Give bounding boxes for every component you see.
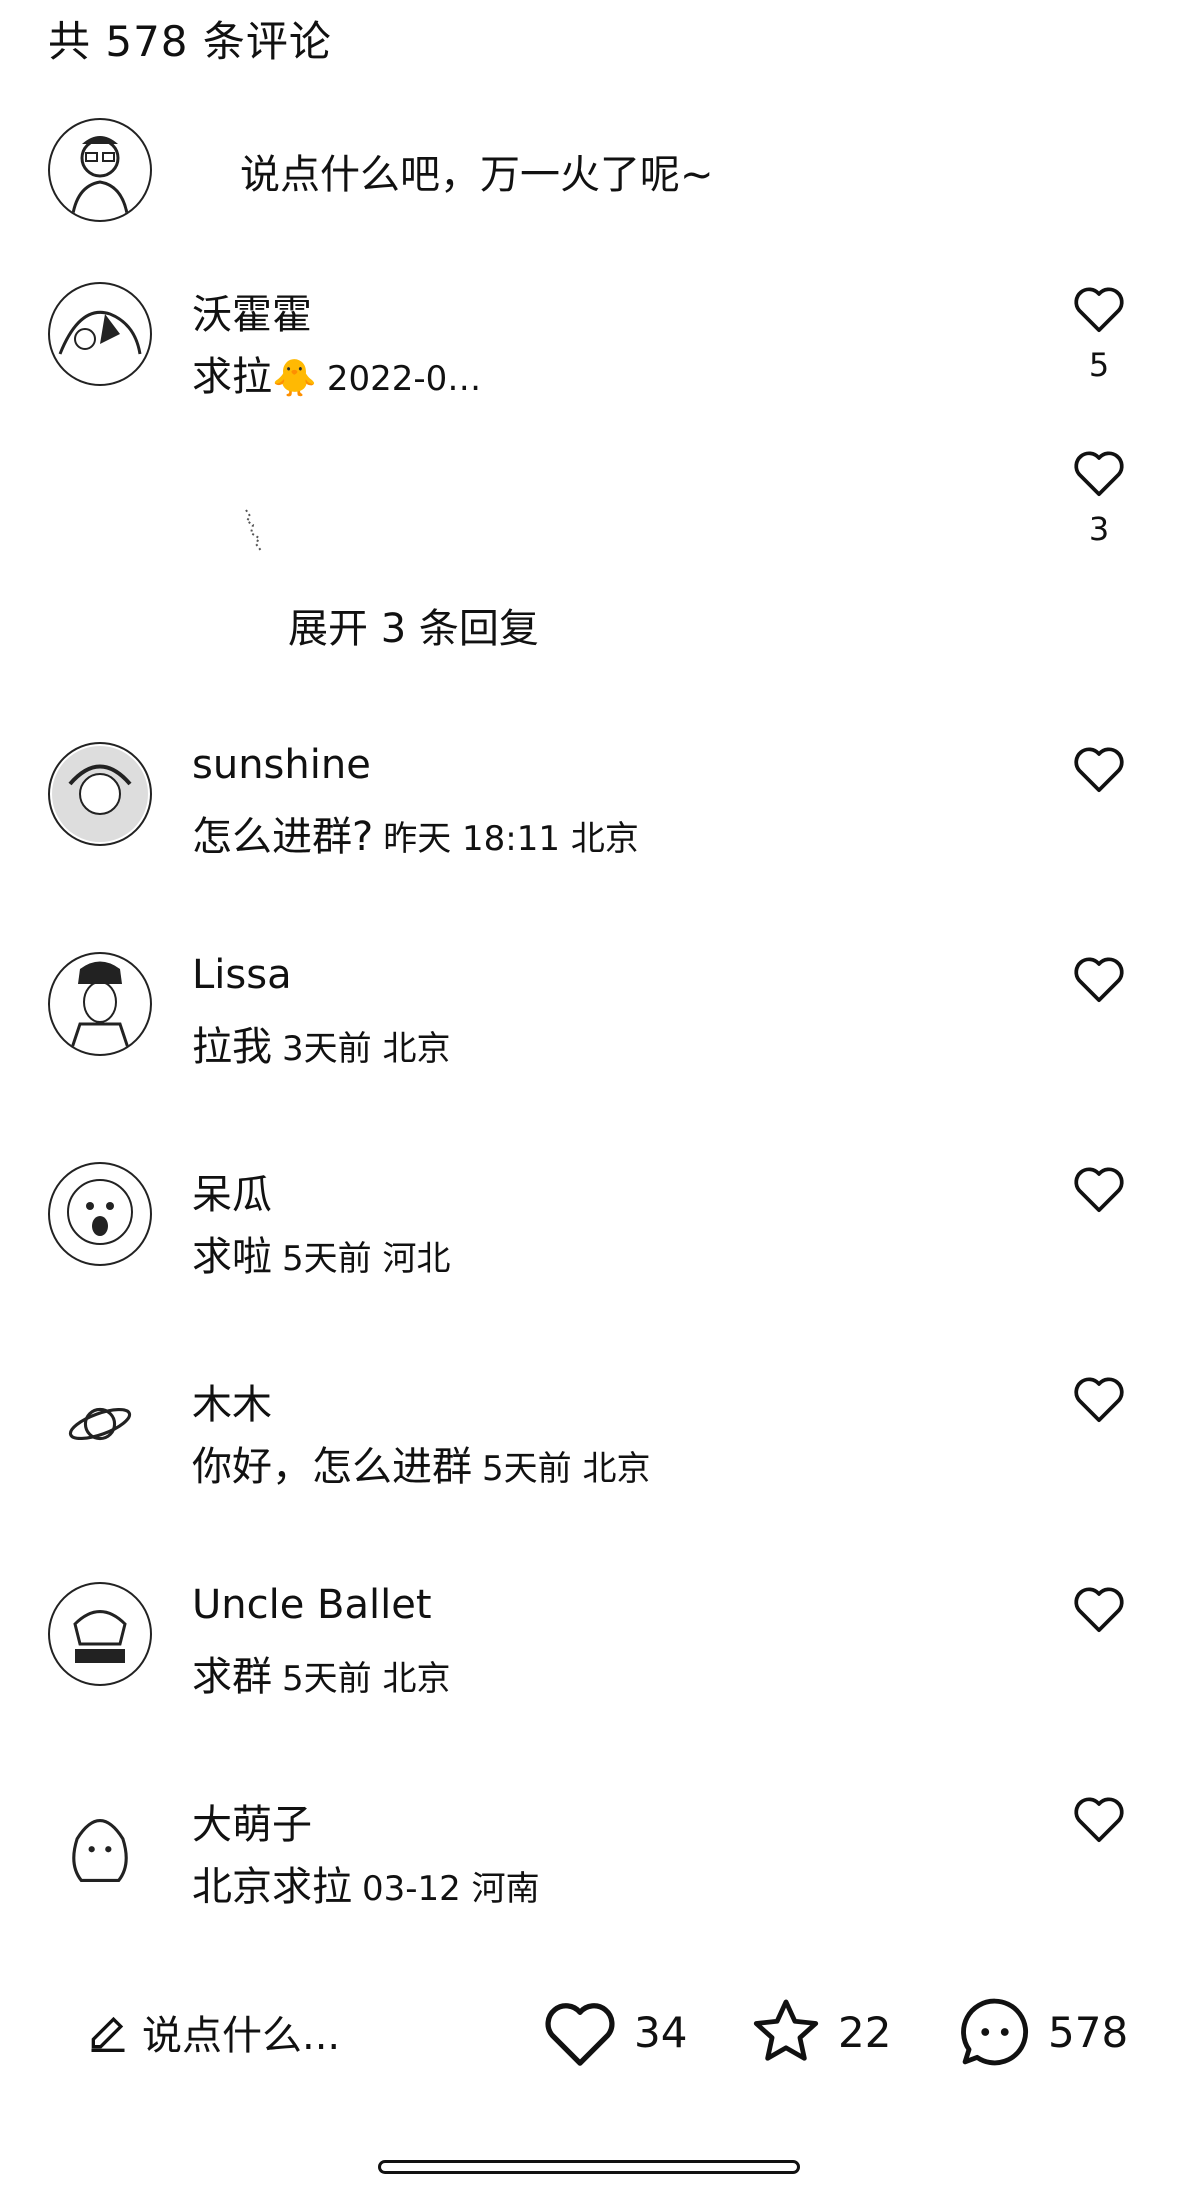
comment-text: 怎么进群? bbox=[192, 814, 374, 860]
comment-author[interactable]: Uncle Ballet bbox=[192, 1582, 432, 1628]
comment-item: 大萌子 北京求拉 03-12 河南 bbox=[48, 1792, 1148, 1910]
heart-outline-icon bbox=[1074, 1167, 1124, 1213]
collect-count: 22 bbox=[838, 2007, 892, 2057]
heart-outline-icon bbox=[545, 2003, 615, 2066]
comment-compose-row[interactable]: 说点什么吧，万一火了呢~ bbox=[48, 118, 1148, 226]
comment-item: 木木 你好，怎么进群 5天前 北京 bbox=[48, 1372, 1148, 1490]
pencil-icon bbox=[91, 2016, 125, 2052]
heart-outline-icon bbox=[1074, 287, 1124, 333]
avatar[interactable] bbox=[48, 1792, 152, 1896]
comment-author[interactable]: 呆瓜 bbox=[192, 1162, 272, 1220]
bottom-action-bar: 说点什么... 34 22 578 bbox=[0, 1990, 1179, 2090]
comment-item: Uncle Ballet 求群 5天前 北京 bbox=[48, 1582, 1148, 1700]
like-button[interactable] bbox=[1068, 1372, 1130, 1424]
comment-count: 578 bbox=[1048, 2007, 1129, 2057]
comment-input-placeholder[interactable]: 说点什么吧，万一火了呢~ bbox=[240, 142, 714, 200]
comment-item: sunshine 怎么进群? 昨天 18:11 北京 bbox=[48, 742, 1148, 860]
collect-button[interactable]: 22 bbox=[748, 1990, 891, 2074]
comment-button[interactable]: 578 bbox=[956, 1990, 1128, 2074]
comment-text: 求拉 bbox=[192, 354, 272, 400]
comment-meta: 03-12 河南 bbox=[362, 1869, 540, 1909]
comment-meta: 5天前 河北 bbox=[282, 1239, 451, 1279]
comment-meta: 3天前 北京 bbox=[282, 1029, 451, 1069]
comment-text: 北京求拉 bbox=[192, 1864, 352, 1910]
heart-outline-icon bbox=[1074, 1377, 1124, 1423]
like-button[interactable] bbox=[1068, 1792, 1130, 1844]
heart-outline-icon bbox=[1074, 1587, 1124, 1633]
like-button[interactable]: 5 bbox=[1068, 282, 1130, 384]
comment-item: 沃霍霍 求拉🐥 2022-0… 5 bbox=[48, 282, 1148, 400]
comment-count-title: 共 578 条评论 bbox=[48, 17, 332, 66]
avatar[interactable] bbox=[48, 1372, 152, 1476]
expand-replies-link[interactable]: 展开 3 条回复 bbox=[288, 596, 539, 654]
heart-outline-icon bbox=[1074, 957, 1124, 1003]
comment-text: 拉我 bbox=[192, 1024, 272, 1070]
avatar[interactable] bbox=[48, 742, 152, 846]
write-comment-label: 说点什么... bbox=[142, 2013, 341, 2059]
comment-item: 呆瓜 求啦 5天前 河北 bbox=[48, 1162, 1148, 1280]
comment-author[interactable]: 木木 bbox=[192, 1372, 272, 1430]
heart-outline-icon bbox=[1074, 451, 1124, 497]
comment-meta: 昨天 18:11 北京 bbox=[383, 819, 639, 859]
planet-icon bbox=[68, 1407, 132, 1441]
like-button[interactable] bbox=[1068, 1582, 1130, 1634]
comment-text: 求群 bbox=[192, 1654, 272, 1700]
like-post-button[interactable]: 34 bbox=[540, 1990, 687, 2074]
comment-meta: 5天前 北京 bbox=[282, 1659, 451, 1699]
comment-text: 求啦 bbox=[192, 1234, 272, 1280]
emoji-sticker-icon: 🐥 bbox=[272, 358, 317, 399]
comment-author[interactable]: sunshine bbox=[192, 742, 371, 788]
reply-avatar bbox=[236, 490, 296, 570]
like-button[interactable] bbox=[1068, 742, 1130, 794]
comment-meta: 5天前 北京 bbox=[482, 1449, 651, 1489]
comment-author[interactable]: 沃霍霍 bbox=[192, 282, 312, 340]
avatar[interactable] bbox=[48, 282, 152, 386]
comment-meta: 2022-0… bbox=[326, 359, 482, 399]
reply-like-count: 3 bbox=[1088, 510, 1110, 548]
chat-bubble-icon bbox=[961, 1998, 1028, 2066]
avatar[interactable] bbox=[48, 1582, 152, 1686]
comment-item: Lissa 拉我 3天前 北京 bbox=[48, 952, 1148, 1070]
like-count: 5 bbox=[1088, 346, 1110, 384]
comment-author[interactable]: Lissa bbox=[192, 952, 292, 998]
comment-text: 你好，怎么进群 bbox=[192, 1444, 472, 1490]
like-button[interactable] bbox=[1068, 1162, 1130, 1214]
write-comment-button[interactable]: 说点什么... bbox=[86, 1990, 340, 2074]
heart-outline-icon bbox=[1074, 747, 1124, 793]
my-avatar[interactable] bbox=[48, 118, 152, 222]
avatar[interactable] bbox=[48, 1162, 152, 1266]
comment-author[interactable]: 大萌子 bbox=[192, 1792, 312, 1850]
avatar[interactable] bbox=[48, 952, 152, 1056]
like-button[interactable] bbox=[1068, 952, 1130, 1004]
reply-like-button[interactable]: 3 bbox=[1068, 446, 1130, 548]
heart-outline-icon bbox=[1074, 1797, 1124, 1843]
star-outline-icon bbox=[753, 1999, 819, 2061]
like-count: 34 bbox=[634, 2007, 688, 2057]
home-indicator[interactable] bbox=[378, 2160, 800, 2174]
